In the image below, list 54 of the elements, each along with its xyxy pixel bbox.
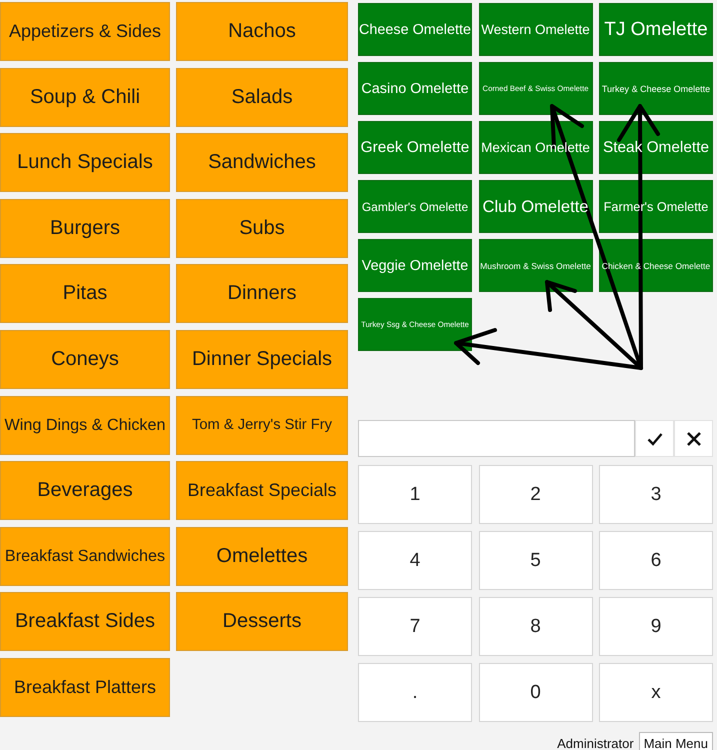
category-button[interactable]: Tom & Jerry's Stir Fry: [176, 396, 348, 455]
keypad-key[interactable]: .: [358, 663, 472, 722]
input-field[interactable]: [358, 420, 635, 457]
category-button[interactable]: Appetizers & Sides: [0, 2, 170, 61]
menu-item-button[interactable]: Mexican Omelette: [478, 121, 592, 174]
keypad-key[interactable]: 2: [478, 465, 592, 524]
clear-button[interactable]: [674, 420, 713, 457]
menu-item-button[interactable]: Farmer's Omelette: [599, 180, 713, 233]
keypad-key[interactable]: 4: [358, 531, 472, 590]
keypad-key[interactable]: 1: [358, 465, 472, 524]
keypad-key[interactable]: 8: [478, 597, 592, 656]
menu-item-button[interactable]: Gambler's Omelette: [358, 180, 472, 233]
category-button[interactable]: Omelettes: [176, 526, 348, 586]
check-icon: [646, 430, 662, 446]
menu-item-button[interactable]: Chicken & Cheese Omelette: [599, 239, 713, 292]
category-button[interactable]: Pitas: [0, 264, 170, 324]
menu-item-button[interactable]: Cheese Omelette: [358, 3, 472, 56]
category-button[interactable]: Wing Dings & Chicken: [0, 396, 170, 455]
category-button[interactable]: Breakfast Sandwiches: [0, 526, 170, 586]
category-button[interactable]: Salads: [176, 68, 348, 127]
category-button[interactable]: Dinner Specials: [176, 330, 348, 389]
menu-item-button[interactable]: Casino Omelette: [358, 62, 472, 115]
main-menu-button[interactable]: Main Menu: [638, 732, 713, 750]
keypad-key[interactable]: 9: [599, 597, 713, 656]
category-button[interactable]: Subs: [176, 198, 348, 258]
keypad-key[interactable]: 5: [478, 531, 592, 590]
keypad-key[interactable]: 6: [599, 531, 713, 590]
category-button[interactable]: Breakfast Platters: [0, 658, 170, 717]
menu-item-button[interactable]: TJ Omelette: [599, 3, 713, 56]
user-name: Administrator: [557, 735, 634, 750]
close-icon: [686, 430, 702, 446]
category-button[interactable]: Desserts: [176, 592, 348, 652]
menu-item-button[interactable]: Veggie Omelette: [358, 239, 472, 292]
category-button[interactable]: Burgers: [0, 198, 170, 258]
menu-item-button[interactable]: Turkey & Cheese Omelette: [599, 62, 713, 115]
keypad-key[interactable]: x: [599, 663, 713, 722]
menu-item-button[interactable]: Greek Omelette: [358, 121, 472, 174]
menu-item-button[interactable]: Steak Omelette: [599, 121, 713, 174]
menu-item-button[interactable]: Western Omelette: [478, 3, 592, 56]
category-button[interactable]: Breakfast Specials: [176, 461, 348, 520]
category-button[interactable]: Coneys: [0, 330, 170, 389]
menu-item-button[interactable]: Club Omelette: [478, 180, 592, 233]
category-button[interactable]: Dinners: [176, 264, 348, 324]
category-button[interactable]: Breakfast Sides: [0, 592, 170, 652]
keypad-key[interactable]: 7: [358, 597, 472, 656]
confirm-button[interactable]: [635, 420, 674, 457]
keypad-key[interactable]: 3: [599, 465, 713, 524]
category-button[interactable]: Sandwiches: [176, 133, 348, 192]
category-button[interactable]: Beverages: [0, 461, 170, 520]
category-button[interactable]: Lunch Specials: [0, 133, 170, 192]
category-button[interactable]: Soup & Chili: [0, 68, 170, 127]
menu-item-button[interactable]: Mushroom & Swiss Omelette: [478, 239, 592, 292]
category-button[interactable]: Nachos: [176, 2, 348, 61]
keypad-key[interactable]: 0: [478, 663, 592, 722]
